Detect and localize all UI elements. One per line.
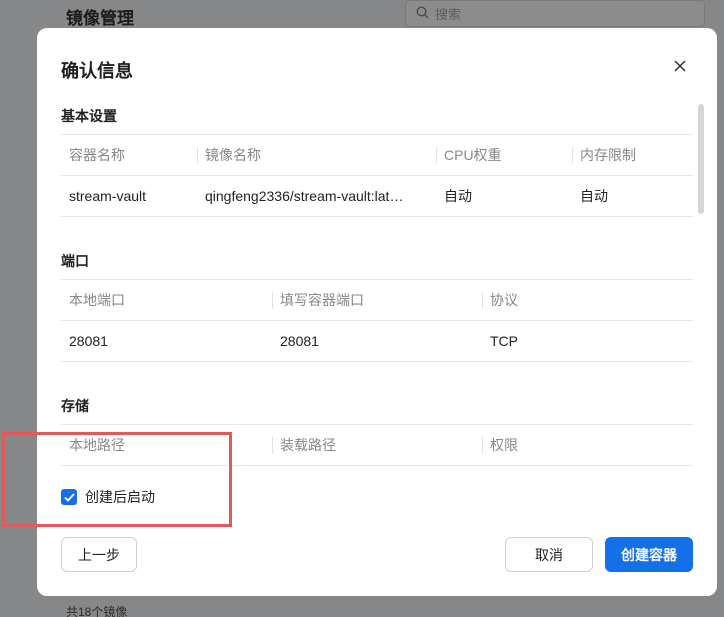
column-header: 内存限制	[572, 134, 693, 176]
close-icon	[674, 60, 686, 72]
table-cell: TCP	[482, 320, 693, 362]
section-title-ports: 端口	[61, 253, 89, 269]
cancel-button[interactable]: 取消	[505, 537, 593, 572]
table-cell: 28081	[272, 320, 482, 362]
create-container-button[interactable]: 创建容器	[605, 537, 693, 572]
column-header: 本地端口	[61, 279, 272, 321]
column-header: CPU权重	[436, 134, 572, 176]
scrollbar[interactable]	[698, 104, 704, 214]
table-row: stream-vault qingfeng2336/stream-vault:l…	[61, 175, 693, 217]
table-cell: 自动	[572, 175, 693, 217]
column-header: 协议	[482, 279, 693, 321]
section-title-basic: 基本设置	[61, 108, 117, 124]
previous-step-button[interactable]: 上一步	[61, 537, 137, 572]
column-header: 装载路径	[272, 424, 482, 466]
column-header: 填写容器端口	[272, 279, 482, 321]
table-row: 28081 28081 TCP	[61, 320, 693, 362]
column-header: 容器名称	[61, 134, 197, 176]
column-header: 权限	[482, 424, 693, 466]
table-cell: stream-vault	[61, 175, 197, 217]
table-cell: qingfeng2336/stream-vault:lat…	[197, 175, 436, 217]
highlight-annotation-box	[2, 432, 232, 527]
close-button[interactable]	[671, 57, 689, 75]
dialog-title: 确认信息	[61, 61, 133, 81]
basic-settings-table: 容器名称 镜像名称 CPU权重 内存限制 stream-vault qingfe…	[61, 134, 693, 217]
ports-table: 本地端口 填写容器端口 协议 28081 28081 TCP	[61, 279, 693, 362]
section-title-storage: 存储	[61, 398, 89, 414]
table-cell: 自动	[436, 175, 572, 217]
table-cell: 28081	[61, 320, 272, 362]
column-header: 镜像名称	[197, 134, 436, 176]
